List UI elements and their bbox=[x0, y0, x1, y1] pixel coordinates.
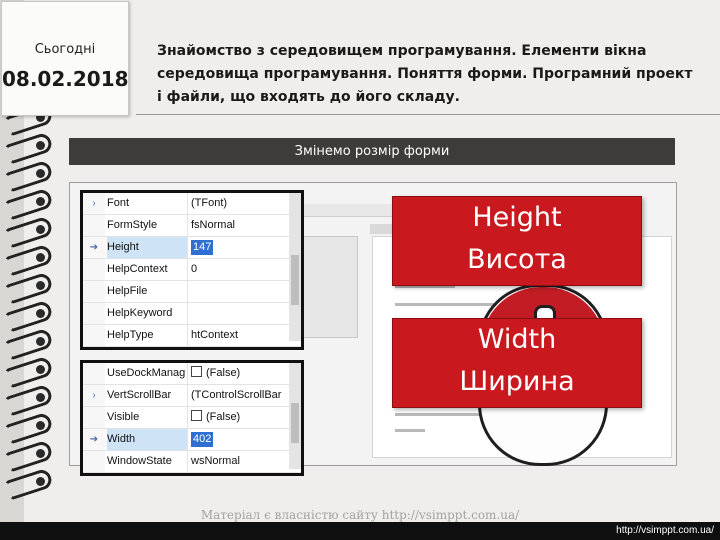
property-row[interactable]: ➔ Width 402 bbox=[83, 429, 301, 451]
selected-row-arrow-icon: ➔ bbox=[83, 429, 105, 450]
footer-url[interactable]: http://vsimppt.com.ua/ bbox=[616, 525, 714, 536]
title-divider bbox=[136, 114, 720, 115]
binding-hole-icon bbox=[36, 393, 45, 402]
binding-hole-icon bbox=[36, 225, 45, 234]
property-value[interactable]: fsNormal bbox=[191, 215, 287, 236]
width-callout-ukrainian: Ширина bbox=[459, 366, 575, 397]
property-row[interactable]: FormStyle fsNormal bbox=[83, 215, 301, 237]
property-row[interactable]: HelpContext 0 bbox=[83, 259, 301, 281]
property-name: HelpContext bbox=[107, 259, 188, 280]
property-row[interactable]: WindowState wsNormal bbox=[83, 451, 301, 473]
width-callout: Width Ширина bbox=[392, 318, 642, 408]
binding-hole-icon bbox=[36, 337, 45, 346]
row-gutter bbox=[83, 325, 105, 346]
property-row[interactable]: HelpFile bbox=[83, 281, 301, 303]
property-edit-field[interactable]: 147 bbox=[191, 240, 214, 255]
property-name: Width bbox=[107, 429, 188, 450]
footer-bar bbox=[0, 522, 720, 540]
binding-hole-icon bbox=[36, 309, 45, 318]
expand-chevron-icon[interactable]: › bbox=[83, 385, 105, 406]
property-value-text: (TFont) bbox=[191, 197, 228, 209]
property-name: HelpKeyword bbox=[107, 303, 188, 324]
property-name: HelpFile bbox=[107, 281, 188, 302]
property-name: VertScrollBar bbox=[107, 385, 188, 406]
property-value[interactable]: (False) bbox=[191, 407, 287, 428]
property-value[interactable] bbox=[191, 281, 287, 302]
binding-hole-icon bbox=[36, 421, 45, 430]
property-value-text: (False) bbox=[206, 367, 241, 379]
today-label: Сьогодні bbox=[34, 42, 96, 57]
object-inspector-size-properties[interactable]: UseDockManag (False) › VertScrollBar (TContr… bbox=[80, 360, 304, 476]
row-gutter bbox=[83, 259, 105, 280]
property-value[interactable]: 0 bbox=[191, 259, 287, 280]
property-name: UseDockManag bbox=[107, 363, 188, 384]
row-gutter bbox=[83, 451, 105, 472]
height-callout-ukrainian: Висота bbox=[467, 244, 567, 275]
property-value[interactable] bbox=[191, 303, 287, 324]
property-value[interactable]: (TFont) bbox=[191, 193, 287, 214]
property-value-text: (TControlScrollBar bbox=[191, 389, 282, 401]
property-value[interactable]: (TControlScrollBar bbox=[191, 385, 287, 406]
property-row[interactable]: HelpKeyword bbox=[83, 303, 301, 325]
property-row[interactable]: HelpType htContext bbox=[83, 325, 301, 347]
property-name: Visible bbox=[107, 407, 188, 428]
expand-chevron-icon[interactable]: › bbox=[83, 193, 105, 214]
binding-hole-icon bbox=[36, 365, 45, 374]
lesson-date: 08.02.2018 bbox=[2, 67, 129, 91]
property-edit-field[interactable]: 402 bbox=[191, 432, 214, 447]
property-name: FormStyle bbox=[107, 215, 188, 236]
property-row[interactable]: › VertScrollBar (TControlScrollBar bbox=[83, 385, 301, 407]
binding-hole-icon bbox=[36, 197, 45, 206]
property-row[interactable]: Visible (False) bbox=[83, 407, 301, 429]
property-checkbox[interactable] bbox=[191, 366, 202, 377]
binding-hole-icon bbox=[36, 449, 45, 458]
copyright-note: Матеріал є власністю сайту http://vsimpp… bbox=[200, 508, 520, 522]
height-callout: Height Висота bbox=[392, 196, 642, 286]
row-gutter bbox=[83, 281, 105, 302]
row-gutter bbox=[83, 407, 105, 428]
inspector-scrollbar[interactable] bbox=[289, 363, 301, 469]
property-value-text: 0 bbox=[191, 263, 198, 275]
property-value-text: (False) bbox=[206, 411, 241, 423]
width-callout-english: Width bbox=[477, 324, 557, 355]
binding-hole-icon bbox=[36, 477, 45, 486]
property-name: HelpType bbox=[107, 325, 188, 346]
property-value[interactable]: 147 bbox=[191, 237, 287, 258]
scroll-thumb[interactable] bbox=[291, 255, 299, 305]
date-card: Сьогодні 08.02.2018 bbox=[1, 1, 129, 116]
property-name: Font bbox=[107, 193, 188, 214]
property-value[interactable]: wsNormal bbox=[191, 451, 287, 472]
scroll-thumb[interactable] bbox=[291, 403, 299, 443]
binding-hole-icon bbox=[36, 141, 45, 150]
selected-row-arrow-icon: ➔ bbox=[83, 237, 105, 258]
property-value-text: htContext bbox=[191, 329, 239, 341]
property-value[interactable]: 402 bbox=[191, 429, 287, 450]
property-row[interactable]: › Font (TFont) bbox=[83, 193, 301, 215]
height-callout-english: Height bbox=[472, 202, 562, 233]
code-line bbox=[395, 429, 425, 432]
binding-hole-icon bbox=[36, 169, 45, 178]
object-inspector-form-properties[interactable]: › Font (TFont) FormStyle fsNormal ➔ Height 147 H… bbox=[80, 190, 304, 350]
property-value-text: fsNormal bbox=[191, 219, 236, 231]
property-checkbox[interactable] bbox=[191, 410, 202, 421]
property-value[interactable]: (False) bbox=[191, 363, 287, 384]
row-gutter bbox=[83, 303, 105, 324]
property-name: WindowState bbox=[107, 451, 188, 472]
row-gutter bbox=[83, 215, 105, 236]
inspector-scrollbar[interactable] bbox=[289, 193, 301, 341]
property-value-text: wsNormal bbox=[191, 455, 240, 467]
ide-form-designer bbox=[300, 236, 358, 338]
property-row[interactable]: ➔ Height 147 bbox=[83, 237, 301, 259]
binding-hole-icon bbox=[36, 253, 45, 262]
property-value[interactable]: htContext bbox=[191, 325, 287, 346]
property-name: Height bbox=[107, 237, 188, 258]
property-row[interactable]: UseDockManag (False) bbox=[83, 363, 301, 385]
lesson-title: Знайомство з середовищем програмування. … bbox=[157, 43, 693, 105]
row-gutter bbox=[83, 363, 105, 384]
section-banner: Змінемо розмір форми bbox=[69, 138, 675, 165]
binding-hole-icon bbox=[36, 281, 45, 290]
